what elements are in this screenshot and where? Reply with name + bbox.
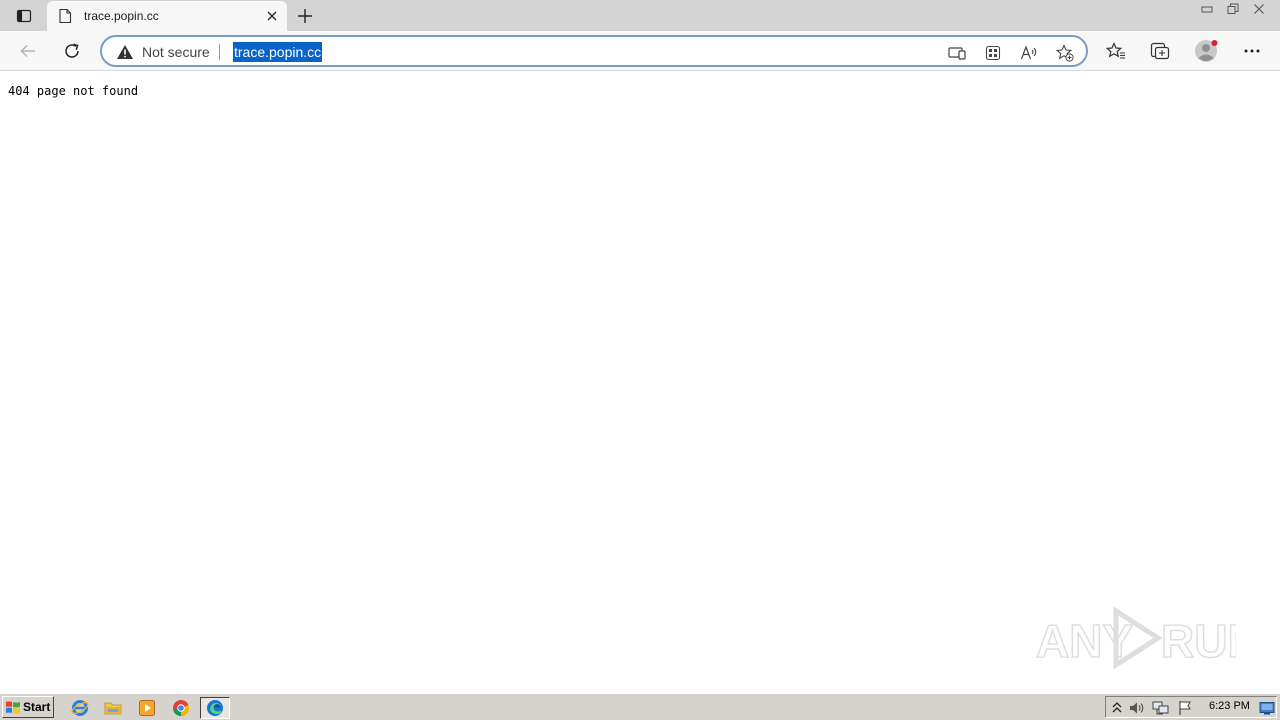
close-icon bbox=[267, 11, 277, 21]
back-arrow-icon bbox=[20, 44, 35, 58]
refresh-button[interactable] bbox=[57, 36, 87, 66]
window-controls bbox=[1194, 0, 1272, 18]
error-message: 404 page not found bbox=[8, 84, 139, 98]
grid-icon bbox=[985, 45, 1001, 61]
app-available-icon bbox=[948, 47, 966, 60]
action-center-button[interactable] bbox=[1176, 699, 1194, 717]
close-tab-button[interactable] bbox=[263, 7, 281, 25]
profile-button[interactable] bbox=[1191, 36, 1221, 66]
show-hidden-icons-button[interactable] bbox=[1108, 699, 1126, 717]
not-secure-label: Not secure bbox=[142, 44, 210, 60]
watermark-text-left: ANY bbox=[1036, 615, 1133, 667]
extensions-button[interactable] bbox=[981, 41, 1005, 65]
more-button[interactable] bbox=[1237, 36, 1267, 66]
system-tray: 6:23 PM bbox=[1105, 696, 1277, 718]
back-button[interactable] bbox=[13, 36, 43, 66]
browser-tab[interactable]: trace.popin.cc bbox=[47, 1, 287, 31]
taskbar-edge[interactable] bbox=[200, 697, 230, 719]
profile-avatar-icon bbox=[1195, 40, 1218, 62]
page-content: 404 page not found ANY RUN bbox=[0, 71, 1280, 693]
tab-actions-button[interactable] bbox=[8, 4, 40, 28]
close-window-icon bbox=[1254, 3, 1264, 14]
taskbar-ie[interactable] bbox=[69, 697, 91, 719]
taskbar-chrome[interactable] bbox=[170, 697, 192, 719]
taskbar-media-player[interactable] bbox=[136, 697, 158, 719]
internet-explorer-icon bbox=[71, 700, 89, 716]
favorites-button[interactable] bbox=[1101, 36, 1131, 66]
tab-title: trace.popin.cc bbox=[84, 9, 159, 23]
favorites-icon bbox=[1106, 42, 1125, 59]
taskbar: Start 6:23 PM bbox=[0, 693, 1280, 720]
add-favorite-button[interactable] bbox=[1053, 41, 1077, 65]
minimize-button[interactable] bbox=[1194, 0, 1220, 17]
address-bar[interactable]: Not secure trace.popin.cc bbox=[100, 35, 1088, 67]
restore-icon bbox=[1227, 3, 1239, 14]
more-dots-icon bbox=[1244, 49, 1260, 53]
chevron-up-icon bbox=[1112, 702, 1122, 713]
anyrun-watermark: ANY RUN bbox=[1036, 606, 1236, 670]
app-available-button[interactable] bbox=[945, 41, 969, 65]
media-player-icon bbox=[139, 700, 155, 716]
security-indicator[interactable]: Not secure bbox=[116, 42, 210, 62]
warning-triangle-icon bbox=[117, 45, 133, 59]
windows-logo-icon bbox=[6, 701, 20, 713]
new-tab-button[interactable] bbox=[293, 4, 317, 28]
minimize-icon bbox=[1201, 6, 1213, 12]
tab-strip: trace.popin.cc bbox=[0, 0, 1280, 31]
start-label: Start bbox=[23, 700, 51, 714]
url-text[interactable]: trace.popin.cc bbox=[233, 42, 323, 62]
collections-icon bbox=[1150, 42, 1170, 60]
read-aloud-icon bbox=[1020, 45, 1037, 60]
taskbar-explorer[interactable] bbox=[102, 697, 124, 719]
show-desktop-button[interactable] bbox=[1258, 699, 1276, 717]
browser-toolbar: Not secure trace.popin.cc bbox=[0, 31, 1280, 71]
chrome-icon bbox=[173, 700, 190, 717]
star-add-icon bbox=[1056, 44, 1074, 62]
network-button[interactable] bbox=[1152, 699, 1170, 717]
refresh-icon bbox=[65, 43, 79, 58]
restore-button[interactable] bbox=[1220, 0, 1246, 17]
edge-icon bbox=[207, 700, 223, 716]
watermark-text-right: RUN bbox=[1161, 615, 1236, 667]
volume-button[interactable] bbox=[1128, 699, 1146, 717]
clock[interactable]: 6:23 PM bbox=[1209, 700, 1250, 712]
desktop-icon bbox=[1259, 702, 1275, 715]
plus-icon bbox=[298, 9, 312, 23]
read-aloud-button[interactable] bbox=[1017, 41, 1041, 65]
start-button[interactable]: Start bbox=[2, 696, 54, 718]
speaker-icon bbox=[1130, 702, 1144, 714]
page-icon bbox=[59, 8, 72, 24]
address-separator bbox=[219, 44, 220, 60]
folder-icon bbox=[104, 702, 122, 715]
flag-icon bbox=[1179, 701, 1191, 715]
network-icon bbox=[1152, 701, 1169, 715]
close-window-button[interactable] bbox=[1246, 0, 1272, 17]
tab-actions-icon bbox=[16, 9, 32, 23]
collections-button[interactable] bbox=[1145, 36, 1175, 66]
